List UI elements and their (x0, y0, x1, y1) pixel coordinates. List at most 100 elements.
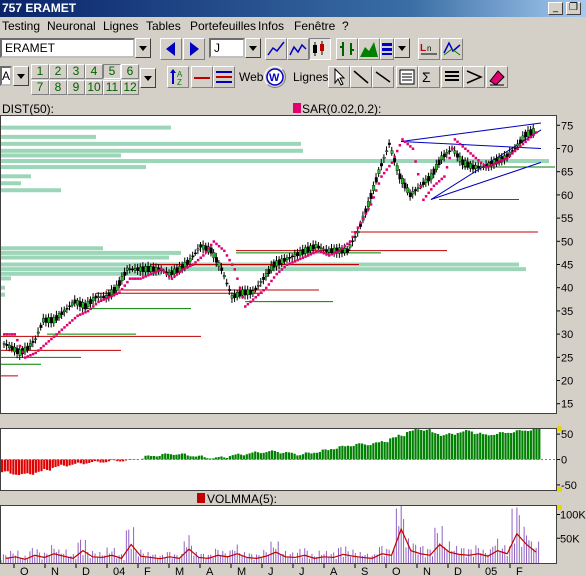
symbol-dropdown-button[interactable] (135, 38, 151, 58)
candle-body (424, 178, 428, 184)
candle-body (209, 247, 213, 254)
oscillator-panel[interactable] (0, 427, 557, 491)
oscillator-bar (459, 432, 462, 460)
candle-body (212, 252, 216, 259)
period-11-button[interactable]: 11 (103, 80, 121, 95)
color-button[interactable] (380, 38, 394, 60)
eraser-icon (489, 70, 505, 86)
sar-dot (437, 179, 441, 183)
period-9-button[interactable]: 9 (67, 80, 85, 95)
price-tick-label: 65 (561, 167, 573, 179)
menu-testing[interactable]: Testing (2, 19, 40, 33)
candle-body (283, 258, 287, 262)
eraser-tool-button[interactable] (486, 66, 508, 88)
oscillator-bar (290, 452, 293, 460)
fibonacci-tool-button[interactable]: Σ (418, 66, 440, 88)
restore-icon[interactable]: ❐ (566, 2, 581, 15)
price-tick-label: 55 (561, 213, 573, 225)
menu-lignes[interactable]: Lignes (103, 19, 138, 33)
distribution-bar (1, 271, 161, 276)
menu-help[interactable]: ? (342, 19, 349, 33)
candle-body (285, 257, 289, 260)
ray-tool-button[interactable] (372, 66, 394, 88)
volume-panel[interactable] (0, 495, 557, 564)
candle-body (123, 271, 127, 276)
sar-dot (453, 138, 457, 141)
sar-dot (299, 257, 302, 261)
menu-neuronal[interactable]: Neuronal (47, 19, 96, 33)
candle-body (456, 153, 459, 158)
candle-body (230, 295, 234, 299)
oscillator-bar (417, 429, 420, 460)
previous-symbol-button[interactable] (160, 38, 182, 60)
candle-body (186, 260, 190, 265)
levels-tool-button[interactable] (441, 66, 463, 88)
menu-fenetre[interactable]: Fenêtre (294, 19, 335, 33)
candle-body (110, 289, 114, 296)
sar-dot (419, 185, 423, 189)
period-3-button[interactable]: 3 (67, 64, 85, 79)
candlestick-button[interactable] (309, 38, 331, 60)
menu-tables[interactable]: Tables (146, 19, 181, 33)
sar-dot (443, 175, 446, 178)
web-button[interactable]: W (264, 66, 286, 88)
period-dropdown-button[interactable] (245, 38, 261, 58)
area-chart-button[interactable] (358, 38, 380, 60)
sar-dot (118, 291, 121, 294)
sort-button[interactable]: AZ (167, 66, 189, 88)
period-6-button[interactable]: 6 (121, 64, 139, 79)
candle-body (508, 151, 512, 155)
oscillator-bar (504, 432, 507, 460)
price-tick-label: 20 (561, 376, 573, 388)
oscillator-bar (327, 450, 330, 460)
angle-tool-button[interactable] (463, 66, 485, 88)
pattern-button[interactable] (441, 38, 463, 60)
horizontal-line-button[interactable] (191, 66, 213, 88)
log-scale-button[interactable]: Ln (418, 38, 440, 60)
period-5-button[interactable]: 5 (103, 64, 121, 79)
oscillator-bar (510, 433, 513, 460)
mode-dropdown-button[interactable] (13, 66, 29, 86)
price-chart-panel[interactable] (0, 115, 557, 414)
mode-combo[interactable]: A (0, 66, 12, 86)
date-tick-label: D (454, 566, 462, 576)
oscillator-bar (240, 454, 243, 460)
candle-body (343, 248, 347, 254)
oscillator-bar (307, 452, 310, 460)
period-grid-dropdown-button[interactable] (140, 68, 156, 88)
document-icon (399, 69, 415, 85)
oscillator-bar (507, 432, 510, 460)
period-combo[interactable]: J (209, 38, 245, 58)
period-12-button[interactable]: 12 (121, 80, 139, 95)
next-symbol-button[interactable] (183, 38, 205, 60)
candle-body (374, 177, 378, 183)
candle-body (188, 258, 192, 262)
sar-dot (230, 263, 234, 266)
menu-portefeuilles[interactable]: Portefeuilles (190, 19, 256, 33)
menu-infos[interactable]: Infos (258, 19, 284, 33)
oscillator-bar (431, 432, 434, 460)
oscillator-bar (316, 452, 319, 460)
period-7-button[interactable]: 7 (31, 80, 49, 95)
candle-body (511, 150, 514, 152)
trendline-tool-button[interactable] (350, 66, 372, 88)
oscillator-bar (355, 443, 358, 460)
multi-line-button[interactable] (213, 66, 235, 88)
price-tick-label: 70 (561, 143, 573, 155)
color-dropdown-button[interactable] (394, 38, 410, 58)
symbol-combo[interactable]: ERAMET (0, 38, 135, 58)
pointer-tool-button[interactable] (328, 66, 350, 88)
ohlc-button[interactable] (336, 38, 358, 60)
oscillator-bar (487, 435, 490, 460)
period-10-button[interactable]: 10 (85, 80, 103, 95)
bar-chart-button[interactable] (287, 38, 309, 60)
period-1-button[interactable]: 1 (31, 64, 49, 79)
svg-text:L: L (420, 43, 426, 54)
text-tool-button[interactable] (396, 66, 418, 88)
candle-body (351, 240, 355, 243)
line-chart-button[interactable] (265, 38, 287, 60)
period-8-button[interactable]: 8 (49, 80, 67, 95)
period-4-button[interactable]: 4 (85, 64, 103, 79)
minimize-button[interactable]: _ (548, 2, 563, 15)
period-2-button[interactable]: 2 (49, 64, 67, 79)
